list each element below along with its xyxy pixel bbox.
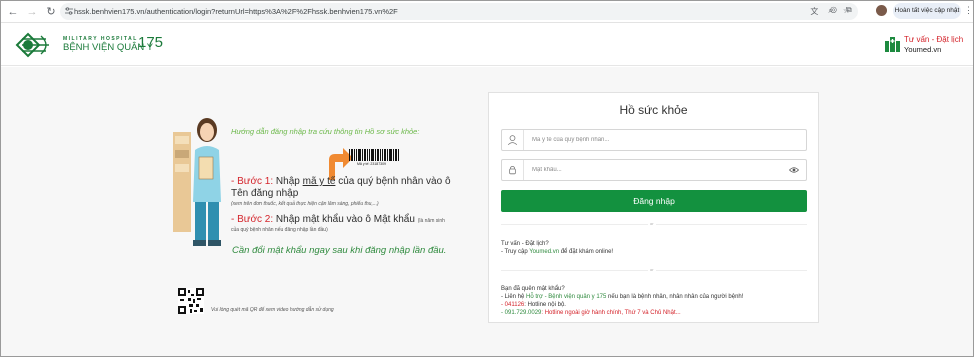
url-text[interactable]: hssk.benhvien175.vn/authentication/login… (74, 7, 398, 16)
step-2-note-a: (là năm sinh (417, 218, 445, 224)
youmed-tagline: Tư vấn - Đặt lịch (904, 35, 964, 44)
extensions-icon[interactable]: ⧉ (846, 5, 852, 15)
show-password-icon[interactable] (789, 165, 799, 175)
qr-code-icon (178, 288, 204, 314)
forgot-line-3: - 091.729.0029: Hotline ngoài giờ hành c… (501, 309, 743, 317)
hospital-building-icon (885, 37, 900, 52)
step-2-body: Nhập mật khẩu vào ô Mật khẩu (273, 214, 415, 225)
profile-avatar[interactable] (876, 5, 887, 16)
barcode-icon (349, 149, 399, 161)
forgot-line-1-b: nếu bạn là bệnh nhân, nhân nhân của ngườ… (606, 294, 744, 300)
site-settings-icon[interactable] (65, 7, 73, 15)
reload-icon[interactable]: ↻ (44, 5, 58, 19)
screenshot-icon[interactable]: ◎ (830, 5, 837, 15)
translate-icon[interactable]: 文 (810, 6, 818, 17)
or-divider-2: or (501, 267, 807, 272)
forgot-line-1-a: - Liên hệ (501, 294, 527, 300)
change-password-reminder: Cần đổi mật khẩu ngay sau khi đăng nhập … (232, 245, 447, 256)
password-field[interactable] (501, 159, 807, 181)
hospital-logo-icon[interactable] (13, 30, 55, 60)
hotline-afterhours-number[interactable]: - 091.729.0029 (501, 310, 541, 316)
consult-text-a: - Truy cập (501, 249, 530, 255)
update-button[interactable]: Hoàn tất việc cập nhật (893, 3, 961, 19)
hotline-internal-text: : Hotline nội bộ. (524, 302, 566, 308)
step-2-label: - Bước 2: (231, 214, 274, 225)
support-link[interactable]: Hỗ trợ - Bệnh viện quân y 175 (526, 294, 606, 300)
qr-caption: Vui lòng quét mã QR để xem video hướng d… (211, 307, 334, 313)
hotline-afterhours-text: : Hotline ngoài giờ hành chính, Thứ 7 và… (541, 310, 681, 316)
main-content: Hướng dẫn đăng nhập tra cứu thông tin Hồ… (1, 67, 973, 356)
youmed-link[interactable]: Tư vấn - Đặt lịch Youmed.vn (885, 32, 971, 58)
consult-line: - Truy cập Youmed.vn để đặt khám online! (501, 248, 613, 256)
or-divider: or (501, 221, 807, 226)
forgot-title: Bạn đã quên mật khẩu? (501, 286, 565, 292)
logo-number: 175 (138, 34, 164, 51)
back-icon[interactable]: ← (6, 5, 20, 19)
guide-title: Hướng dẫn đăng nhập tra cứu thông tin Hồ… (231, 127, 420, 136)
login-title: Hồ sức khỏe (619, 103, 688, 117)
step-1-label: - Bước 1: (231, 176, 274, 187)
consult-section: Tư vấn - Đặt lịch? - Truy cập Youmed.vn … (501, 240, 613, 256)
lock-icon (509, 160, 524, 180)
or-text-2: or (648, 267, 656, 272)
login-card: Hồ sức khỏe Đăng nhập or Tư vấn - Đặt lị… (488, 92, 819, 323)
site-header: MILITARY HOSPITAL BỆNH VIỆN QUÂN Y 175 T… (1, 24, 973, 66)
password-input[interactable] (532, 164, 782, 176)
forgot-section: Bạn đã quên mật khẩu? - Liên hệ Hỗ trợ -… (501, 285, 743, 317)
hotline-internal-number[interactable]: - 041126 (501, 302, 524, 308)
youmed-domain: Youmed.vn (904, 45, 942, 54)
nurse-illustration-icon (173, 118, 221, 246)
username-input[interactable] (532, 134, 782, 146)
step-2-text: - Bước 2: Nhập mật khẩu vào ô Mật khẩu (… (231, 214, 471, 227)
step-1-link: mã y tế (302, 176, 336, 187)
barcode-caption: Mã y tế: 23187309 (357, 162, 386, 166)
forgot-line-1: - Liên hệ Hỗ trợ - Bệnh viện quân y 175 … (501, 293, 743, 301)
consult-title: Tư vấn - Đặt lịch? (501, 241, 549, 247)
step-2-note-b: của quý bệnh nhân nếu đăng nhập lần đầu) (231, 227, 328, 233)
forward-icon[interactable]: → (25, 5, 39, 19)
youmed-link-text[interactable]: Youmed.vn (529, 249, 559, 255)
or-text: or (648, 221, 656, 226)
login-button[interactable]: Đăng nhập (501, 190, 807, 212)
username-field[interactable] (501, 129, 807, 151)
address-bar[interactable]: hssk.benhvien175.vn/authentication/login… (60, 3, 858, 20)
menu-icon[interactable]: ⋮ (964, 5, 973, 16)
consult-text-b: để đặt khám online! (559, 249, 614, 255)
step-1-pre: Nhập (273, 176, 303, 187)
step-1-text: - Bước 1: Nhập mã y tế của quý bệnh nhân… (231, 176, 466, 200)
step-1-note: (xem trên đơn thuốc, kết quả thực hiện c… (231, 201, 379, 207)
forgot-line-2: - 041126: Hotline nội bộ. (501, 301, 743, 309)
user-icon (507, 130, 524, 150)
